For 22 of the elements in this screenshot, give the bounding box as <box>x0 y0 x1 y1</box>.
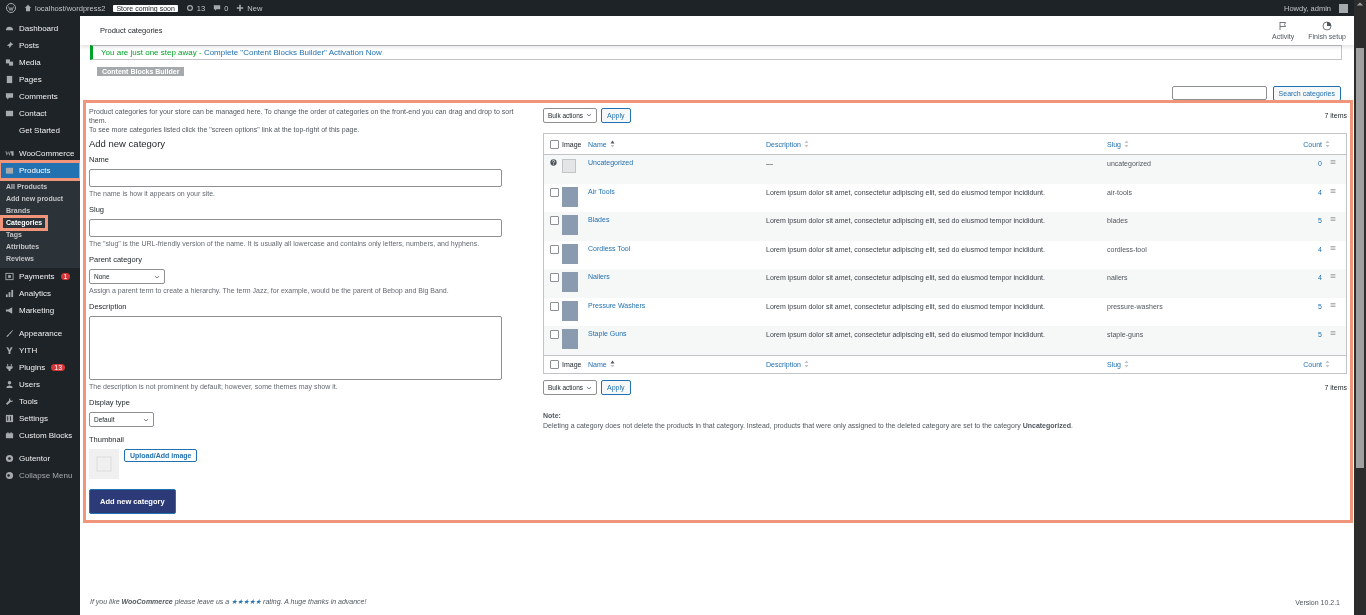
sidebar-menu-item[interactable]: Settings <box>0 410 80 427</box>
sidebar-menu-item[interactable]: Analytics <box>0 285 80 302</box>
form-heading: Add new category <box>89 138 167 149</box>
sidebar-menu-item[interactable]: Posts <box>0 37 80 54</box>
sidebar-menu-item[interactable]: Contact <box>0 105 80 122</box>
sidebar-menu-item[interactable]: Gutentor <box>0 450 80 467</box>
sidebar-menu-item[interactable]: Collapse Menu <box>0 467 80 484</box>
sidebar-menu-item[interactable]: Dashboard <box>0 20 80 37</box>
sidebar-menu-item[interactable]: Get Started <box>0 122 80 139</box>
sidebar-menu-item[interactable]: Custom Blocks <box>0 427 80 444</box>
sidebar-menu-item[interactable]: Media <box>0 54 80 71</box>
sidebar-menu-item[interactable]: Pages <box>0 71 80 88</box>
sidebar-menu-item[interactable]: Marketing <box>0 302 80 319</box>
sidebar-menu-item[interactable]: Tools <box>0 393 80 410</box>
sidebar-menu-item[interactable]: Comments <box>0 88 80 105</box>
activation-notice: You are just one step away - Complete "Content Blocks Builder" Activation Now <box>90 45 1342 60</box>
sidebar-menu-item[interactable]: Products <box>0 162 80 179</box>
activation-link[interactable]: Complete "Content Blocks Builder" Activation Now <box>203 48 382 57</box>
sidebar-menu-item[interactable]: Appearance <box>0 325 80 342</box>
sidebar-menu-item[interactable]: WooCommerce <box>0 145 80 162</box>
sidebar-menu-item[interactable]: Users <box>0 376 80 393</box>
sidebar-menu-item[interactable]: YITH <box>0 342 80 359</box>
